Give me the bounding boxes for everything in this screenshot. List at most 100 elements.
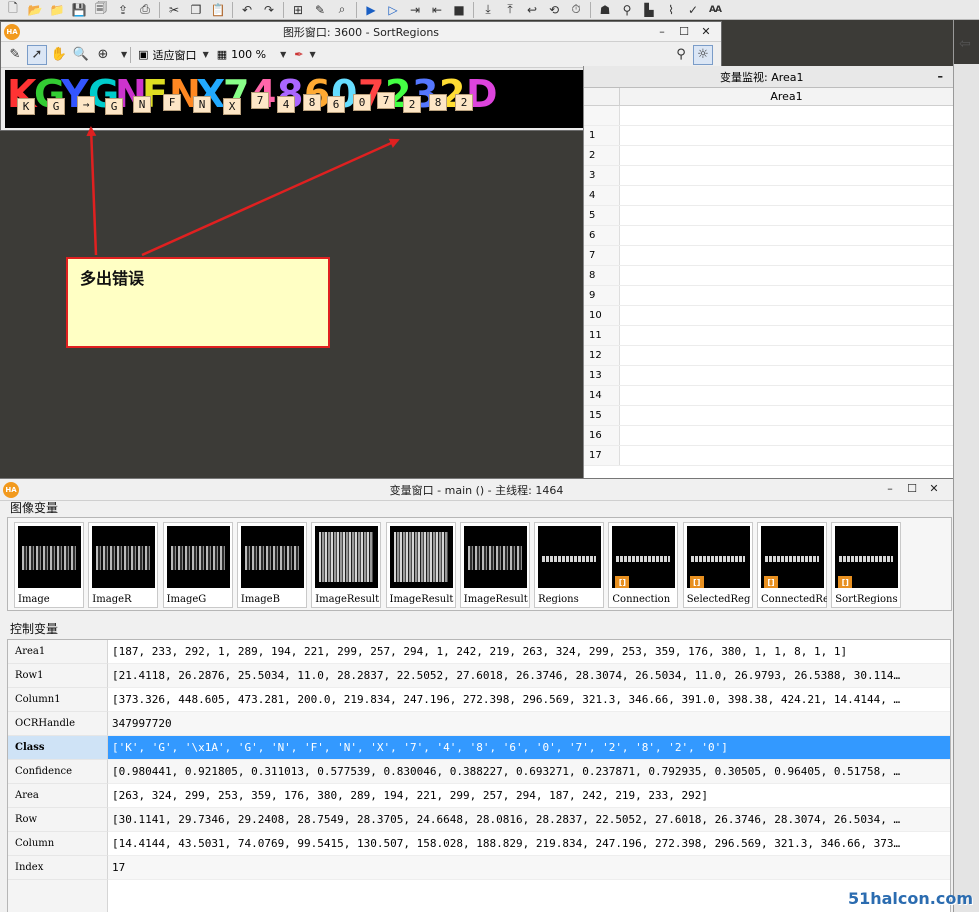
step-out-icon[interactable]: ⤒ [501,2,519,18]
copy-icon[interactable]: ❐ [187,2,205,18]
step-over-icon[interactable]: ⇥ [406,2,424,18]
line-profile-icon[interactable]: ⌇ [662,2,680,18]
image-variable-thumb[interactable]: ImageResult [311,522,382,608]
histogram-icon[interactable]: ▙ [640,2,658,18]
zoom-icon[interactable]: ⊕ [93,45,113,65]
assistant-icon[interactable]: ☗ [596,2,614,18]
cut-icon[interactable]: ✂ [165,2,183,18]
image-variable-thumb[interactable]: ImageResult [385,522,456,608]
monitor-row[interactable]: 2 [584,146,953,166]
monitor-row[interactable]: 13 [584,366,953,386]
monitor-row[interactable]: 8 [584,266,953,286]
image-variable-thumb[interactable]: [] SelectedReg [682,522,753,608]
step-into-icon[interactable]: ⤓ [479,2,497,18]
inspect-icon[interactable]: ⚲ [671,45,691,65]
paste-icon[interactable]: 📋 [209,2,227,18]
monitor-row[interactable]: 7 [584,246,953,266]
insert-icon[interactable]: ⊞ [289,2,307,18]
image-variable-thumb[interactable]: [] ConnectedRe [757,522,827,608]
print-icon[interactable]: ⎙ [136,2,154,18]
monitor-row[interactable]: 5 [584,206,953,226]
monitor-row[interactable]: 1 [584,126,953,146]
zoom-select[interactable]: ▦ 100 % ▼ [217,48,287,61]
control-variable-row[interactable]: Column1 [373.326, 448.605, 473.281, 200.0… [8,688,950,712]
variable-window-titlebar[interactable]: HA 变量窗口 - main () - 主线程: 1464 – ☐ ✕ [0,479,953,501]
return-icon[interactable]: ↩ [523,2,541,18]
thumbnail-image [315,526,379,588]
dock-arrow-icon[interactable]: ⇦ [959,36,971,52]
thumbnail-image [166,526,230,588]
minimize-icon[interactable]: – [879,481,901,496]
edit-icon[interactable]: ✎ [311,2,329,18]
image-variable-thumb[interactable]: Image [14,522,84,608]
inspect-icon[interactable]: ⚲ [618,2,636,18]
image-variable-thumb[interactable]: [] SortRegions [831,522,902,608]
zoom-dropdown-chevron-icon[interactable]: ▼ [121,50,127,59]
open-examples-icon[interactable]: 📁 [48,2,66,18]
monitor-row[interactable]: 17 [584,446,953,466]
pen-icon[interactable]: ✎ [5,45,25,65]
step-icon[interactable]: ▷ [384,2,402,18]
control-variable-row[interactable]: Row [30.1141, 29.7346, 29.2408, 28.7549, … [8,808,950,832]
image-variable-thumb[interactable]: Regions [534,522,605,608]
thumbnail-image [389,526,453,588]
control-variable-row[interactable]: Area1 [187, 233, 292, 1, 289, 194, 221, 2… [8,640,950,664]
ocr-label-box: 8 [303,94,321,111]
close-icon[interactable]: ✕ [923,481,945,496]
control-variable-row[interactable]: Row1 [21.4118, 26.2876, 25.5034, 11.0, 28… [8,664,950,688]
export-icon[interactable]: ⇪ [114,2,132,18]
control-variable-value: ['K', 'G', '\x1A', 'G', 'N', 'F', 'N', '… [108,736,950,760]
thumbnail-content [244,546,299,570]
ocr-icon[interactable]: AA [706,2,724,18]
image-variable-thumb[interactable]: [] Connection [608,522,679,608]
maximize-icon[interactable]: ☐ [673,24,695,39]
image-variable-thumb[interactable]: ImageR [88,522,159,608]
step-back-icon[interactable]: ⇤ [428,2,446,18]
image-variable-thumb[interactable]: ImageResult [459,522,530,608]
minimize-icon[interactable]: – [938,70,944,83]
fit-window-button[interactable]: ▣ 适应窗口 ▼ [138,47,209,63]
monitor-row[interactable]: 12 [584,346,953,366]
profiler-icon[interactable]: ⏱ [567,2,585,18]
control-variable-row[interactable]: Index 17 [8,856,950,880]
monitor-row[interactable]: 6 [584,226,953,246]
monitor-row[interactable]: 15 [584,406,953,426]
settings-icon[interactable]: ☼ [693,44,713,65]
image-variable-thumb[interactable]: ImageG [162,522,233,608]
control-variable-row[interactable]: Area [263, 324, 299, 253, 359, 176, 380, … [8,784,950,808]
pointer-icon[interactable]: ➚ [27,44,47,65]
maximize-icon[interactable]: ☐ [901,481,923,496]
graphics-window-titlebar[interactable]: HA 图形窗口: 3600 - SortRegions – ☐ ✕ [1,22,721,42]
monitor-row[interactable]: 4 [584,186,953,206]
monitor-row[interactable]: 11 [584,326,953,346]
control-variable-row[interactable]: OCRHandle 347997720 [8,712,950,736]
monitor-row[interactable]: 3 [584,166,953,186]
image-variable-thumb[interactable]: ImageB [236,522,307,608]
hand-icon[interactable]: ✋ [49,45,69,65]
color-tool-button[interactable]: ✒ ▼ [294,48,315,61]
monitor-row[interactable]: 9 [584,286,953,306]
reset-icon[interactable]: ⟲ [545,2,563,18]
control-variable-row[interactable]: Confidence [0.980441, 0.921805, 0.311013,… [8,760,950,784]
control-variable-value: [0.980441, 0.921805, 0.311013, 0.577539,… [108,760,950,784]
minimize-icon[interactable]: – [651,24,673,39]
monitor-row[interactable]: 16 [584,426,953,446]
redo-icon[interactable]: ↷ [260,2,278,18]
new-file-icon[interactable]: 🗋 [4,1,22,18]
control-variable-row[interactable]: Class ['K', 'G', '\x1A', 'G', 'N', 'F', '… [8,736,950,760]
magnifier-icon[interactable]: 🔍 [71,45,91,65]
find-icon[interactable]: ⌕ [333,2,351,18]
control-variable-row[interactable]: Column [14.4144, 43.5031, 74.0769, 99.541… [8,832,950,856]
save-all-icon[interactable]: 🗐 [92,1,110,18]
monitor-row[interactable]: 10 [584,306,953,326]
feature-icon[interactable]: ✓ [684,2,702,18]
stop-icon[interactable]: ■ [450,2,468,18]
monitor-row[interactable]: 14 [584,386,953,406]
close-icon[interactable]: ✕ [695,24,717,39]
undo-icon[interactable]: ↶ [238,2,256,18]
save-icon[interactable]: 💾 [70,2,88,18]
thumbnail-caption: Regions [538,594,579,605]
run-icon[interactable]: ▶ [362,2,380,18]
variable-monitor-titlebar[interactable]: 变量监视: Area1 – [584,66,953,88]
open-icon[interactable]: 📂 [26,2,44,18]
